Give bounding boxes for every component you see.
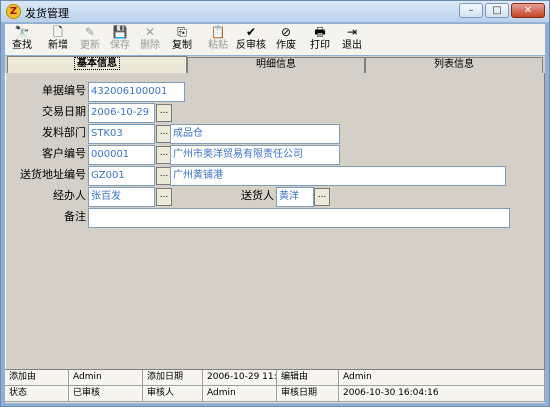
paste-icon: 📋 — [210, 25, 226, 39]
toolbar-button-1[interactable]: 🗋 新增 — [43, 25, 73, 54]
close-button[interactable]: ✕ — [511, 3, 545, 18]
dept-code-field[interactable]: STK03 — [88, 124, 155, 144]
dept-label: 发料部门 — [42, 126, 86, 139]
toolbar-button-2[interactable]: ✎ 更新 — [75, 25, 105, 54]
reviewer-label: 审核人 — [143, 386, 203, 402]
address-name-field: 广州黄铺港 — [170, 166, 506, 186]
tab-label: 明细信息 — [256, 59, 296, 70]
handler-label: 经办人 — [53, 189, 86, 202]
toolbar-button-label: 复制 — [172, 40, 192, 51]
handler-field[interactable]: 张百发 — [88, 187, 155, 207]
toolbar-button-label: 更新 — [80, 40, 100, 51]
toolbar-button-4[interactable]: ✕ 删除 — [135, 25, 165, 54]
toolbar-button-5[interactable]: ⎘ 复制 — [167, 25, 197, 54]
toolbar-button-label: 作废 — [276, 40, 296, 51]
deliverer-label: 送货人 — [241, 189, 274, 202]
address-label: 送货地址编号 — [20, 168, 86, 181]
toolbar-button-label: 反审核 — [236, 40, 266, 51]
date-lookup-button[interactable]: ... — [156, 104, 172, 122]
toolbar: 🔭 查找 🗋 新增 ✎ 更新 💾 保存 ✕ 删除 ⎘ 复制 📋 粘贴 ✔ 反审核 ⊘ 作废 🖶 打印 ⇥ 退出 — [5, 24, 545, 55]
delete-x-icon: ✕ — [144, 25, 156, 39]
tab-label: 列表信息 — [434, 59, 474, 70]
binoculars-icon: 🔭 — [14, 25, 30, 39]
added-date-label: 添加日期 — [143, 370, 203, 386]
date-label: 交易日期 — [42, 105, 86, 118]
toolbar-button-label: 删除 — [140, 40, 160, 51]
check-mark-icon: ✔ — [245, 25, 257, 39]
exit-door-icon: ⇥ — [346, 25, 358, 39]
edited-by-value: Admin — [339, 370, 545, 386]
maximize-button[interactable]: □ — [485, 3, 509, 18]
customer-name-field: 广州市奥洋贸易有限责任公司 — [170, 145, 340, 165]
app-logo-icon: Z — [6, 4, 21, 19]
toolbar-button-label: 保存 — [110, 40, 130, 51]
dept-name-field: 成品仓 — [170, 124, 340, 144]
reviewer-value: Admin — [203, 386, 277, 402]
toolbar-button-3[interactable]: 💾 保存 — [105, 25, 135, 54]
copy-icon: ⎘ — [177, 25, 187, 39]
toolbar-button-9[interactable]: 🖶 打印 — [305, 25, 335, 54]
status-label: 状态 — [5, 386, 69, 402]
new-file-icon: 🗋 — [53, 25, 63, 39]
customer-label: 客户编号 — [42, 147, 86, 160]
tab-strip: 基本信息 明细信息 列表信息 — [5, 56, 545, 73]
handler-lookup-button[interactable]: ... — [156, 188, 172, 206]
doc-no-field[interactable]: 432006100001 — [88, 82, 185, 102]
printer-icon: 🖶 — [314, 25, 326, 39]
toolbar-button-0[interactable]: 🔭 查找 — [7, 25, 37, 54]
toolbar-button-label: 打印 — [310, 40, 330, 51]
edit-icon: ✎ — [84, 25, 96, 39]
status-bar: 添加由 Admin 添加日期 2006-10-29 11:06:1 编辑由 Ad… — [5, 369, 545, 403]
customer-code-field[interactable]: 000001 — [88, 145, 155, 165]
deliverer-lookup-button[interactable]: ... — [314, 188, 330, 206]
status-value: 已审核 — [69, 386, 143, 402]
tab-list-info[interactable]: 列表信息 — [365, 57, 543, 73]
remark-field[interactable] — [88, 208, 510, 228]
minimize-button[interactable]: – — [459, 3, 483, 18]
toolbar-button-label: 查找 — [12, 40, 32, 51]
title-bar: Z 发货管理 – □ ✕ — [1, 1, 549, 23]
edited-by-label: 编辑由 — [277, 370, 339, 386]
tab-detail-info[interactable]: 明细信息 — [187, 57, 365, 73]
added-date-value: 2006-10-29 11:06:1 — [203, 370, 277, 386]
tab-label: 基本信息 — [74, 57, 120, 70]
toolbar-button-6[interactable]: 📋 粘贴 — [203, 25, 233, 54]
app-window: Z 发货管理 – □ ✕ 🔭 查找 🗋 新增 ✎ 更新 💾 保存 ✕ 删除 ⎘ 复制 📋 粘贴 ✔ 反审核 ⊘ 作… — [0, 0, 550, 407]
added-by-value: Admin — [69, 370, 143, 386]
toolbar-button-label: 退出 — [342, 40, 362, 51]
toolbar-button-10[interactable]: ⇥ 退出 — [337, 25, 367, 54]
doc-no-label: 单据编号 — [42, 84, 86, 97]
toolbar-button-8[interactable]: ⊘ 作废 — [271, 25, 301, 54]
added-by-label: 添加由 — [5, 370, 69, 386]
floppy-disk-icon: 💾 — [112, 25, 128, 39]
review-date-value: 2006-10-30 16:04:16 — [339, 386, 545, 402]
window-title: 发货管理 — [25, 7, 69, 20]
remark-label: 备注 — [64, 210, 86, 223]
date-field[interactable]: 2006-10-29 — [88, 103, 155, 123]
address-code-field[interactable]: GZ001 — [88, 166, 155, 186]
toolbar-button-label: 粘贴 — [208, 40, 228, 51]
tab-basic-info[interactable]: 基本信息 — [7, 56, 187, 73]
toolbar-button-label: 新增 — [48, 40, 68, 51]
basic-info-panel: 单据编号 432006100001 交易日期 2006-10-29 ... 发料… — [5, 73, 545, 369]
void-icon: ⊘ — [280, 25, 292, 39]
deliverer-field[interactable]: 黄洋 — [276, 187, 314, 207]
toolbar-button-7[interactable]: ✔ 反审核 — [233, 25, 269, 54]
review-date-label: 审核日期 — [277, 386, 339, 402]
